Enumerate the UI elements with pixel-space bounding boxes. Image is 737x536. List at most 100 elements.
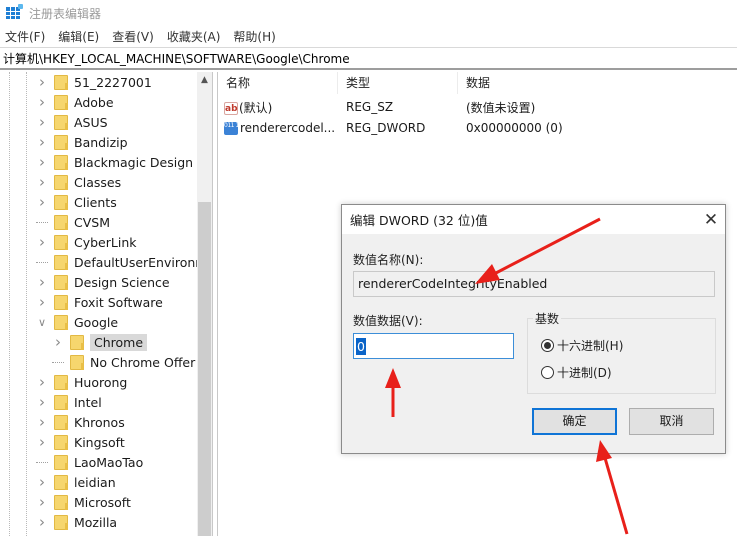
tree-item-label: Foxit Software <box>74 294 163 310</box>
radio-button[interactable] <box>541 366 554 379</box>
folder-icon <box>54 254 68 270</box>
column-header-type[interactable]: 类型 <box>338 72 458 94</box>
dialog-titlebar[interactable]: 编辑 DWORD (32 位)值 ✕ <box>342 205 725 234</box>
tree-item-label: Classes <box>74 174 122 190</box>
chevron-right-icon[interactable]: › <box>36 273 48 291</box>
list-header: 名称 类型 数据 <box>218 72 737 94</box>
tree-item[interactable]: › leidian <box>36 472 116 492</box>
tree-item[interactable]: › CyberLink <box>36 232 137 252</box>
tree-item[interactable]: › Bandizip <box>36 132 128 152</box>
value-data-text: 0 <box>356 337 366 355</box>
cancel-button[interactable]: 取消 <box>629 408 714 435</box>
tree-item[interactable]: › Huorong <box>36 372 127 392</box>
tree-item[interactable]: › Clients <box>36 192 117 212</box>
chevron-right-icon[interactable]: › <box>36 413 48 431</box>
menu-favorites[interactable]: 收藏夹(A) <box>167 28 221 45</box>
close-icon[interactable]: ✕ <box>697 206 725 234</box>
tree-item[interactable]: CVSM <box>36 212 110 232</box>
folder-icon <box>54 514 68 530</box>
column-header-name[interactable]: 名称 <box>218 72 338 94</box>
tree-item-label: Khronos <box>74 414 125 430</box>
tree-item[interactable]: › Blackmagic Design <box>36 152 193 172</box>
list-row-renderercode[interactable]: 011 110renderercodel... REG_DWORD 0x0000… <box>218 117 737 139</box>
tree-item[interactable]: › Intel <box>36 392 102 412</box>
radio-hex[interactable]: 十六进制(H) <box>541 337 623 354</box>
column-header-data[interactable]: 数据 <box>458 72 737 94</box>
chevron-right-icon[interactable]: › <box>36 153 48 171</box>
scroll-up-icon[interactable]: ▲ <box>197 72 212 89</box>
title-bar: 注册表编辑器 <box>0 0 737 26</box>
chevron-right-icon[interactable]: › <box>36 73 48 91</box>
tree-item[interactable]: No Chrome Offer U <box>52 352 197 372</box>
ok-button[interactable]: 确定 <box>532 408 617 435</box>
tree-branch-line <box>36 461 48 463</box>
tree-scrollbar[interactable]: ▲ <box>197 72 212 536</box>
tree-branch-line <box>36 221 48 223</box>
tree-item[interactable]: › Adobe <box>36 92 114 112</box>
folder-icon <box>54 414 68 430</box>
value-data-input[interactable]: 0 <box>353 333 514 359</box>
value-type: REG_SZ <box>346 100 394 114</box>
tree-item[interactable]: › Khronos <box>36 412 125 432</box>
chevron-down-icon[interactable]: ∨ <box>36 316 48 329</box>
scrollbar-thumb[interactable] <box>198 202 211 536</box>
value-name: renderercodel... <box>240 121 336 135</box>
address-bar[interactable]: 计算机\HKEY_LOCAL_MACHINE\SOFTWARE\Google\C… <box>0 48 737 70</box>
folder-icon <box>54 94 68 110</box>
tree-item-label: DefaultUserEnvironme <box>74 254 197 270</box>
radio-button-checked[interactable] <box>541 339 554 352</box>
tree-item-label: leidian <box>74 474 116 490</box>
chevron-right-icon[interactable]: › <box>36 473 48 491</box>
folder-icon <box>54 114 68 130</box>
menu-view[interactable]: 查看(V) <box>112 28 154 45</box>
folder-icon <box>54 194 68 210</box>
tree-item[interactable]: › ASUS <box>36 112 108 132</box>
registry-tree: › 51_2227001 › Adobe › ASUS › Bandizip › Blackmag… <box>0 72 197 536</box>
string-value-icon: ab <box>224 101 238 115</box>
tree-item-label: Clients <box>74 194 117 210</box>
address-path[interactable]: 计算机\HKEY_LOCAL_MACHINE\SOFTWARE\Google\C… <box>3 50 350 67</box>
tree-item[interactable]: LaoMaoTao <box>36 452 143 472</box>
chevron-right-icon[interactable]: › <box>36 93 48 111</box>
chevron-right-icon[interactable]: › <box>36 493 48 511</box>
tree-branch-line <box>52 361 64 363</box>
tree-item[interactable]: ∨ Google <box>36 312 118 332</box>
chevron-right-icon[interactable]: › <box>52 333 64 351</box>
tree-item[interactable]: › 51_2227001 <box>36 72 152 92</box>
menu-help[interactable]: 帮助(H) <box>233 28 275 45</box>
edit-dword-dialog: 编辑 DWORD (32 位)值 ✕ 数值名称(N): rendererCode… <box>341 204 726 454</box>
list-row-default[interactable]: ab(默认) REG_SZ (数值未设置) <box>218 96 737 118</box>
tree-item[interactable]: › Mozilla <box>36 512 117 532</box>
tree-item-label: No Chrome Offer U <box>90 354 197 370</box>
tree-item[interactable]: › Design Science <box>36 272 170 292</box>
chevron-right-icon[interactable]: › <box>36 393 48 411</box>
menu-edit[interactable]: 编辑(E) <box>58 28 99 45</box>
chevron-right-icon[interactable]: › <box>36 433 48 451</box>
tree-item-label: 51_2227001 <box>74 74 152 90</box>
menu-file[interactable]: 文件(F) <box>5 28 45 45</box>
chevron-right-icon[interactable]: › <box>36 133 48 151</box>
chevron-right-icon[interactable]: › <box>36 113 48 131</box>
tree-item[interactable]: › Foxit Software <box>36 292 163 312</box>
tree-guide-line <box>26 72 27 536</box>
tree-item-label: CyberLink <box>74 234 137 250</box>
tree-item[interactable]: › Classes <box>36 172 121 192</box>
tree-item[interactable]: › Kingsoft <box>36 432 125 452</box>
base-groupbox <box>527 318 716 394</box>
folder-icon <box>54 234 68 250</box>
radio-decimal[interactable]: 十进制(D) <box>541 364 612 381</box>
folder-icon <box>54 434 68 450</box>
tree-item[interactable]: › Microsoft <box>36 492 131 512</box>
base-label: 基数 <box>533 310 562 327</box>
folder-icon <box>54 394 68 410</box>
chevron-right-icon[interactable]: › <box>36 193 48 211</box>
chevron-right-icon[interactable]: › <box>36 513 48 531</box>
chevron-right-icon[interactable]: › <box>36 233 48 251</box>
folder-icon <box>54 214 68 230</box>
chevron-right-icon[interactable]: › <box>36 373 48 391</box>
chevron-right-icon[interactable]: › <box>36 293 48 311</box>
tree-item-label: Blackmagic Design <box>74 154 194 170</box>
tree-item[interactable]: › Chrome <box>52 332 148 352</box>
chevron-right-icon[interactable]: › <box>36 173 48 191</box>
tree-item[interactable]: DefaultUserEnvironme <box>36 252 197 272</box>
